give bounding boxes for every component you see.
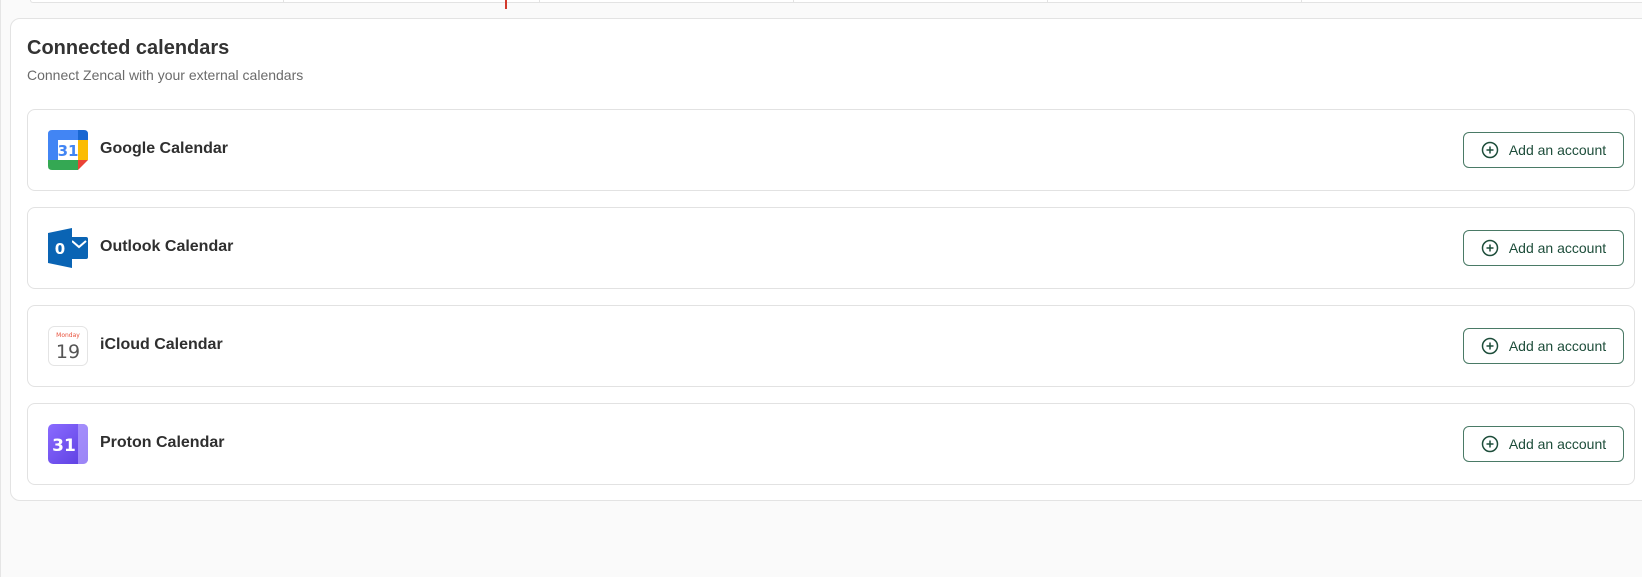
calendar-name: Outlook Calendar xyxy=(100,238,234,255)
calendar-row-outlook: 0 Outlook Calendar Add an account xyxy=(27,207,1635,289)
calendar-list: 31 Google Calendar Add an account 0 Outl… xyxy=(27,109,1635,501)
add-account-button-google[interactable]: Add an account xyxy=(1463,132,1624,168)
icloud-icon-text: 19 xyxy=(56,341,80,363)
add-account-label: Add an account xyxy=(1508,142,1607,158)
calendar-row-google: 31 Google Calendar Add an account xyxy=(27,109,1635,191)
proton-icon-text: 31 xyxy=(52,436,76,456)
plus-circle-icon xyxy=(1481,337,1499,355)
section-subtitle: Connect Zencal with your external calend… xyxy=(27,67,304,83)
plus-circle-icon xyxy=(1481,141,1499,159)
plus-circle-icon xyxy=(1481,239,1499,257)
top-tab-strip xyxy=(30,0,1642,9)
calendar-name: Google Calendar xyxy=(100,140,229,157)
google-icon-text: 31 xyxy=(58,142,79,160)
left-edge-divider xyxy=(0,0,1,577)
tab-separator xyxy=(793,0,794,3)
add-account-label: Add an account xyxy=(1508,338,1607,354)
active-tab-marker xyxy=(505,0,507,9)
add-account-label: Add an account xyxy=(1508,436,1607,452)
section-title: Connected calendars xyxy=(27,37,230,59)
calendar-name: Proton Calendar xyxy=(100,434,225,451)
connected-calendars-panel: Connected calendars Connect Zencal with … xyxy=(10,18,1642,501)
google-calendar-icon: 31 xyxy=(48,130,88,170)
outlook-icon: 0 xyxy=(48,228,88,268)
calendar-name: iCloud Calendar xyxy=(100,336,223,353)
outlook-icon-text: 0 xyxy=(55,240,65,258)
calendar-row-icloud: Monday 19 iCloud Calendar Add an account xyxy=(27,305,1635,387)
tab-separator xyxy=(539,0,540,3)
plus-circle-icon xyxy=(1481,435,1499,453)
icloud-calendar-icon: Monday 19 xyxy=(48,326,88,366)
icloud-icon-day: Monday xyxy=(56,332,80,339)
calendar-row-proton: 31 Proton Calendar Add an account xyxy=(27,403,1635,485)
tab-separator xyxy=(1047,0,1048,3)
add-account-button-outlook[interactable]: Add an account xyxy=(1463,230,1624,266)
proton-calendar-icon: 31 xyxy=(48,424,88,464)
tab-separator xyxy=(1301,0,1302,3)
tab-separator xyxy=(283,0,284,3)
add-account-label: Add an account xyxy=(1508,240,1607,256)
add-account-button-icloud[interactable]: Add an account xyxy=(1463,328,1624,364)
add-account-button-proton[interactable]: Add an account xyxy=(1463,426,1624,462)
